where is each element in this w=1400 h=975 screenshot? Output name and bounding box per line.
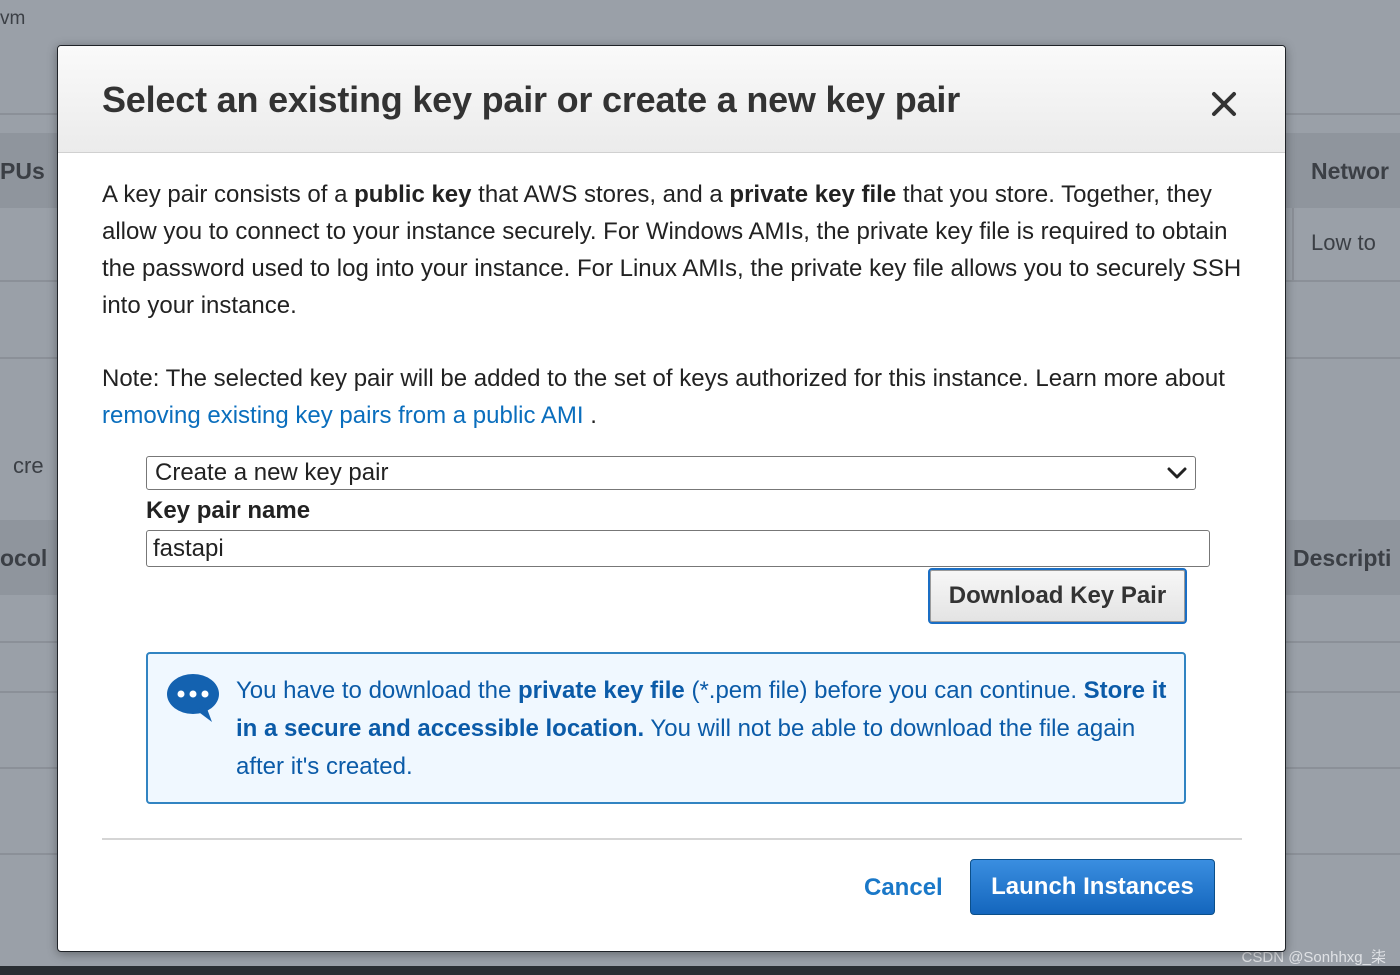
chat-bubble-icon [167,674,219,722]
private-key-file-bold: private key file [729,181,897,208]
launch-instances-button[interactable]: Launch Instances [970,859,1215,915]
bg-divider [0,691,57,693]
text: Note: The selected key pair will be adde… [102,365,1225,392]
bg-divider [0,641,57,643]
bg-top-left-text: vm [0,8,26,29]
text: (*.pem file) before you can continue. [684,677,1084,704]
bg-bottom-bar [0,966,1400,975]
bg-divider [0,113,57,115]
bg-left-fragment: cre [13,453,44,478]
bg-column-protocol: ocol [0,545,48,571]
bg-column-description: Descripti [1293,545,1392,571]
note-paragraph: Note: The selected key pair will be adde… [102,360,1242,434]
download-key-pair-button[interactable]: Download Key Pair [928,568,1187,624]
bg-column-vcpus: PUs [0,158,45,184]
bg-column-network: Networ [1311,158,1389,184]
bg-divider [1285,357,1400,359]
chevron-down-icon [1167,462,1189,484]
modal-header: Select an existing key pair or create a … [58,46,1285,153]
text: that AWS stores, and a [471,181,730,208]
key-pair-name-input[interactable] [146,530,1210,567]
footer-divider [102,838,1242,840]
bg-divider [1285,691,1400,693]
bg-divider [0,853,57,855]
info-alert: You have to download the private key fil… [146,652,1186,804]
key-pair-option-select[interactable]: Create a new key pair [146,456,1196,490]
bg-divider [0,357,57,359]
bg-divider [1285,280,1400,282]
bg-column-divider [1292,208,1294,280]
key-pair-modal: Select an existing key pair or create a … [57,45,1286,952]
select-value: Create a new key pair [155,459,389,486]
bg-divider [0,767,57,769]
text: You have to download the [236,677,519,704]
bg-divider [0,280,57,282]
close-button[interactable] [1206,86,1242,122]
public-key-bold: public key [354,181,472,208]
key-pair-name-label: Key pair name [146,497,311,524]
bg-network-value: Low to [1311,230,1376,255]
bg-divider [1285,767,1400,769]
bg-divider [1285,853,1400,855]
bg-divider [1285,641,1400,643]
close-icon [1212,92,1236,116]
private-key-file-bold: private key file [518,677,685,704]
modal-title: Select an existing key pair or create a … [102,79,961,120]
info-message: You have to download the private key fil… [236,672,1176,786]
cancel-button[interactable]: Cancel [864,874,943,902]
removing-key-pairs-link[interactable]: removing existing key pairs from a publi… [102,402,584,429]
text: . [583,402,597,429]
bg-divider [1285,113,1400,115]
modal-body: A key pair consists of a public key that… [102,176,1242,434]
description-paragraph: A key pair consists of a public key that… [102,176,1242,324]
text: A key pair consists of a [102,181,355,208]
